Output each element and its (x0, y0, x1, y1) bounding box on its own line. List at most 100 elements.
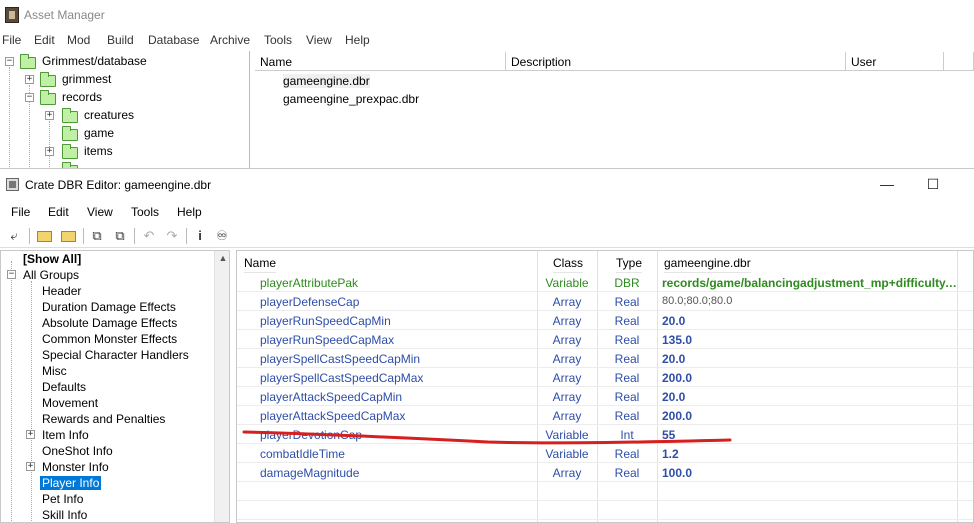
grid-row[interactable]: playerSpellCastSpeedCapMin Array Real 20.0 (237, 349, 973, 368)
paste-icon[interactable]: ⧉ (112, 228, 128, 244)
field-type: Real (614, 390, 640, 404)
am-menu-archive[interactable]: Archive (210, 33, 250, 47)
am-menu-database[interactable]: Database (148, 33, 199, 47)
am-menu-build[interactable]: Build (107, 33, 134, 47)
field-value[interactable]: 20.0 (662, 352, 957, 366)
field-value[interactable]: 1.2 (662, 447, 957, 461)
am-menu-view[interactable]: View (306, 33, 332, 47)
am-menu-edit[interactable]: Edit (34, 33, 55, 47)
folder-icon (62, 144, 78, 159)
info-icon[interactable]: i (192, 228, 208, 244)
file-item-gameengine[interactable]: gameengine.dbr (283, 74, 370, 88)
tree-connector (31, 281, 32, 522)
menu-view[interactable]: View (87, 205, 113, 219)
grid-row[interactable]: playerAttributePak Variable DBR records/gam… (237, 273, 973, 292)
collapse-icon[interactable]: − (5, 57, 14, 66)
grid-row[interactable]: playerSpellCastSpeedCapMax Array Real 200.0 (237, 368, 973, 387)
group-label: Pet Info (42, 492, 84, 506)
maximize-button[interactable]: ☐ (918, 173, 948, 195)
group-label: [Show All] (23, 252, 82, 266)
toolbar-separator (134, 228, 135, 244)
am-menu-help[interactable]: Help (345, 33, 370, 47)
field-value[interactable]: 20.0 (662, 314, 957, 328)
tree-item-label: records (62, 90, 103, 104)
dbr-editor-menubar: File Edit View Tools Help (0, 200, 974, 224)
field-type: Real (614, 314, 640, 328)
dbr-editor-title: Crate DBR Editor: gameengine.dbr (25, 178, 212, 192)
field-type: Real (614, 333, 640, 347)
collapse-icon[interactable]: − (25, 93, 34, 102)
field-class: Variable (545, 447, 589, 461)
open-record-icon[interactable]: ⤶ (6, 228, 22, 244)
folder-icon (62, 108, 78, 123)
am-menu-mod[interactable]: Mod (67, 33, 90, 47)
folder-icon (40, 90, 56, 105)
field-class: Array (552, 390, 582, 404)
field-class: Array (552, 295, 582, 309)
grid-row[interactable]: playerRunSpeedCapMax Array Real 135.0 (237, 330, 973, 349)
field-name: combatIdleTime (260, 447, 345, 461)
am-menu-tools[interactable]: Tools (264, 33, 292, 47)
field-value[interactable]: 80.0;80.0;80.0 (662, 295, 957, 307)
column-header-user[interactable]: User (846, 52, 944, 71)
menu-help[interactable]: Help (177, 205, 202, 219)
file-item-gameengine-prexpac[interactable]: gameengine_prexpac.dbr (283, 92, 419, 106)
expand-icon[interactable]: + (26, 462, 35, 471)
field-value[interactable]: 100.0 (662, 466, 957, 480)
group-label: Special Character Handlers (42, 348, 189, 362)
undo-icon[interactable]: ↶ (141, 228, 157, 244)
folder-icon (20, 54, 36, 69)
asset-manager-menubar: File Edit Mod Build Database Archive Too… (0, 30, 974, 50)
field-type: Real (614, 466, 640, 480)
open-folder-icon (62, 126, 78, 141)
group-pane-scrollbar[interactable]: ▲ (214, 251, 229, 522)
red-annotation-underline (242, 430, 732, 445)
folder-open-icon[interactable] (37, 231, 52, 242)
minimize-button[interactable]: — (872, 173, 902, 195)
column-header-description[interactable]: Description (506, 52, 846, 71)
expand-icon[interactable]: + (25, 75, 34, 84)
folder-icon[interactable] (61, 231, 76, 242)
field-type: Real (614, 371, 640, 385)
asset-manager-folder-tree: − Grimmest/database + grimmest − records… (0, 51, 250, 171)
toolbar-separator (186, 228, 187, 244)
dbr-editor-toolbar: ⤶ ⧉ ⧉ ↶ ↷ i ♾ (0, 224, 974, 248)
field-value[interactable]: 20.0 (662, 390, 957, 404)
redo-icon[interactable]: ↷ (164, 228, 180, 244)
field-value[interactable]: 200.0 (662, 371, 957, 385)
collapse-icon[interactable]: − (7, 270, 16, 279)
expand-icon[interactable]: + (45, 147, 54, 156)
copy-icon[interactable]: ⧉ (89, 228, 105, 244)
expand-icon[interactable]: + (26, 430, 35, 439)
group-label: OneShot Info (42, 444, 113, 458)
column-header-name[interactable]: Name (255, 52, 506, 71)
grid-header-file[interactable]: gameengine.dbr (664, 251, 751, 273)
field-name: playerDefenseCap (260, 295, 360, 309)
grid-header-type[interactable]: Type (616, 251, 643, 273)
scroll-up-arrow-icon[interactable]: ▲ (215, 253, 229, 263)
tree-connector (9, 67, 10, 171)
group-label: Defaults (42, 380, 87, 394)
grid-row[interactable]: playerRunSpeedCapMin Array Real 20.0 (237, 311, 973, 330)
grid-header-class[interactable]: Class (553, 251, 584, 273)
dbr-editor-app-icon (6, 178, 19, 191)
grid-row[interactable]: playerAttackSpeedCapMin Array Real 20.0 (237, 387, 973, 406)
group-label: Monster Info (42, 460, 109, 474)
field-name: playerAttributePak (260, 276, 359, 290)
tree-item-label: grimmest (62, 72, 112, 86)
menu-file[interactable]: File (11, 205, 30, 219)
grid-header-name[interactable]: Name (244, 251, 277, 273)
expand-icon[interactable]: + (45, 111, 54, 120)
menu-tools[interactable]: Tools (131, 205, 159, 219)
field-value[interactable]: records/game/balancingadjustment_mp+diff… (662, 276, 957, 290)
menu-edit[interactable]: Edit (48, 205, 69, 219)
asset-manager-file-list: Name Description User gameengine.dbr gam… (255, 52, 974, 170)
grid-row[interactable]: playerDefenseCap Array Real 80.0;80.0;80.0 (237, 292, 973, 311)
field-value[interactable]: 135.0 (662, 333, 957, 347)
find-icon[interactable]: ♾ (214, 228, 230, 244)
field-class: Array (552, 314, 582, 328)
am-menu-file[interactable]: File (2, 33, 21, 47)
field-type: DBR (614, 276, 640, 290)
field-name: playerRunSpeedCapMax (260, 333, 395, 347)
grid-row[interactable]: damageMagnitude Array Real 100.0 (237, 463, 973, 482)
